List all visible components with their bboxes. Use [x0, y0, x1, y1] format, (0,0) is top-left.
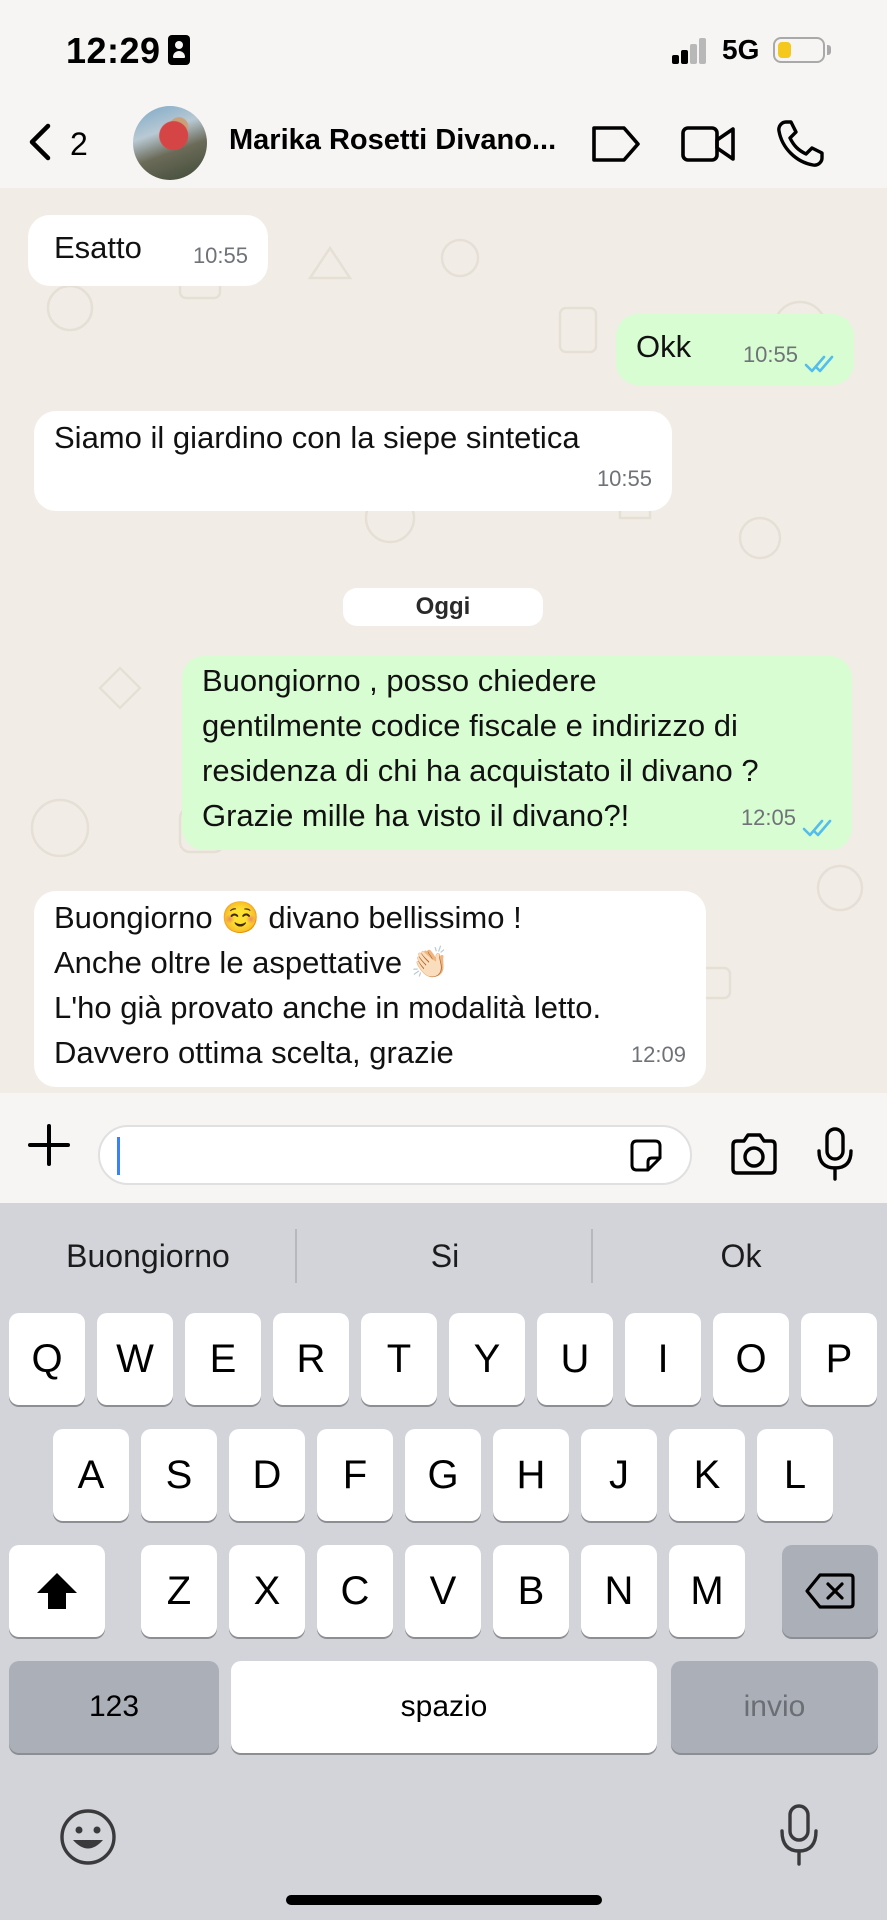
key-q[interactable]: Q [9, 1313, 85, 1405]
key-y[interactable]: Y [449, 1313, 525, 1405]
unread-count: 2 [70, 126, 88, 162]
chat-header: 2 Marika Rosetti Divano... [0, 100, 887, 188]
message-line: Anche oltre le aspettative 👏🏻 [54, 945, 450, 980]
backspace-icon [805, 1573, 855, 1609]
camera-icon[interactable] [728, 1129, 780, 1181]
read-receipt-icon [804, 355, 834, 373]
suggestion-item[interactable]: Buongiorno [0, 1231, 296, 1281]
message-time: 10:55 [596, 466, 652, 491]
backspace-key[interactable] [782, 1545, 878, 1637]
sticker-icon[interactable] [626, 1136, 666, 1176]
key-s[interactable]: S [141, 1429, 217, 1521]
key-f[interactable]: F [317, 1429, 393, 1521]
message-outgoing[interactable]: Okk 10:55 [616, 314, 854, 385]
suggestion-item[interactable]: Ok [593, 1231, 887, 1281]
date-divider: Oggi [343, 588, 543, 626]
avatar[interactable] [133, 106, 207, 180]
focus-person-icon [168, 35, 190, 65]
plus-icon[interactable] [24, 1120, 74, 1170]
key-c[interactable]: C [317, 1545, 393, 1637]
key-e[interactable]: E [185, 1313, 261, 1405]
message-incoming[interactable]: Buongiorno ☺️ divano bellissimo ! Anche … [34, 891, 706, 1087]
key-v[interactable]: V [405, 1545, 481, 1637]
key-g[interactable]: G [405, 1429, 481, 1521]
message-line: Buongiorno ☺️ divano bellissimo ! [54, 900, 522, 935]
key-x[interactable]: X [229, 1545, 305, 1637]
key-i[interactable]: I [625, 1313, 701, 1405]
key-u[interactable]: U [537, 1313, 613, 1405]
key-o[interactable]: O [713, 1313, 789, 1405]
message-line: Grazie mille ha visto il divano?! [202, 798, 630, 833]
predictive-bar: Buongiorno Si Ok [0, 1203, 887, 1309]
status-bar: 12:29 5G [0, 0, 887, 100]
battery-icon [773, 37, 825, 63]
video-call-icon[interactable] [680, 116, 736, 172]
battery-level [778, 42, 791, 58]
return-key[interactable]: invio [671, 1661, 878, 1753]
suggestion-item[interactable]: Si [297, 1231, 593, 1281]
chevron-left-icon [29, 123, 51, 161]
contact-name[interactable]: Marika Rosetti Divano... [229, 124, 556, 157]
read-receipt-icon [802, 819, 832, 837]
home-indicator[interactable] [286, 1895, 602, 1905]
message-line: Davvero ottima scelta, grazie [54, 1035, 454, 1070]
key-b[interactable]: B [493, 1545, 569, 1637]
shift-arrow-icon [37, 1573, 77, 1609]
message-time: 10:55 [742, 342, 798, 367]
key-a[interactable]: A [53, 1429, 129, 1521]
key-w[interactable]: W [97, 1313, 173, 1405]
keyboard: Buongiorno Si Ok Q W E R T Y U I O P A S… [0, 1203, 887, 1920]
status-time: 12:29 [66, 30, 161, 71]
numbers-key[interactable]: 123 [9, 1661, 219, 1753]
shift-key[interactable] [9, 1545, 105, 1637]
key-h[interactable]: H [493, 1429, 569, 1521]
key-l[interactable]: L [757, 1429, 833, 1521]
back-button[interactable]: 2 [22, 118, 102, 168]
tag-icon[interactable] [588, 116, 644, 172]
chat-area[interactable]: Esatto 10:55 Okk 10:55 Siamo il giardino… [0, 188, 887, 1093]
message-line: residenza di chi ha acquistato il divano… [202, 753, 759, 788]
phone-icon[interactable] [772, 116, 828, 172]
text-cursor [117, 1137, 120, 1175]
key-d[interactable]: D [229, 1429, 305, 1521]
key-z[interactable]: Z [141, 1545, 217, 1637]
message-composer [0, 1093, 887, 1203]
message-incoming[interactable]: Esatto 10:55 [28, 215, 268, 286]
message-line: L'ho già provato anche in modalità letto… [54, 990, 602, 1025]
message-line: Buongiorno , posso chiedere [202, 663, 597, 698]
key-p[interactable]: P [801, 1313, 877, 1405]
key-j[interactable]: J [581, 1429, 657, 1521]
space-key[interactable]: spazio [231, 1661, 657, 1753]
message-incoming[interactable]: Siamo il giardino con la siepe sintetica… [34, 411, 672, 511]
message-text: Siamo il giardino con la siepe sintetica [54, 420, 580, 455]
message-input[interactable] [98, 1125, 692, 1185]
key-k[interactable]: K [669, 1429, 745, 1521]
message-time: 10:55 [192, 243, 248, 268]
signal-strength-icon [672, 38, 708, 64]
battery-tip [827, 45, 831, 55]
message-text: Okk [636, 329, 692, 364]
key-n[interactable]: N [581, 1545, 657, 1637]
emoji-icon[interactable] [58, 1807, 118, 1867]
message-time: 12:09 [630, 1042, 686, 1067]
message-text: Esatto [54, 230, 142, 265]
network-type: 5G [722, 34, 760, 65]
key-t[interactable]: T [361, 1313, 437, 1405]
message-line: gentilmente codice fiscale e indirizzo d… [202, 708, 738, 743]
message-time: 12:05 [740, 805, 796, 830]
key-m[interactable]: M [669, 1545, 745, 1637]
key-r[interactable]: R [273, 1313, 349, 1405]
message-outgoing[interactable]: Buongiorno , posso chiedere gentilmente … [182, 656, 852, 850]
dictation-mic-icon[interactable] [778, 1803, 820, 1867]
microphone-icon[interactable] [814, 1126, 856, 1182]
